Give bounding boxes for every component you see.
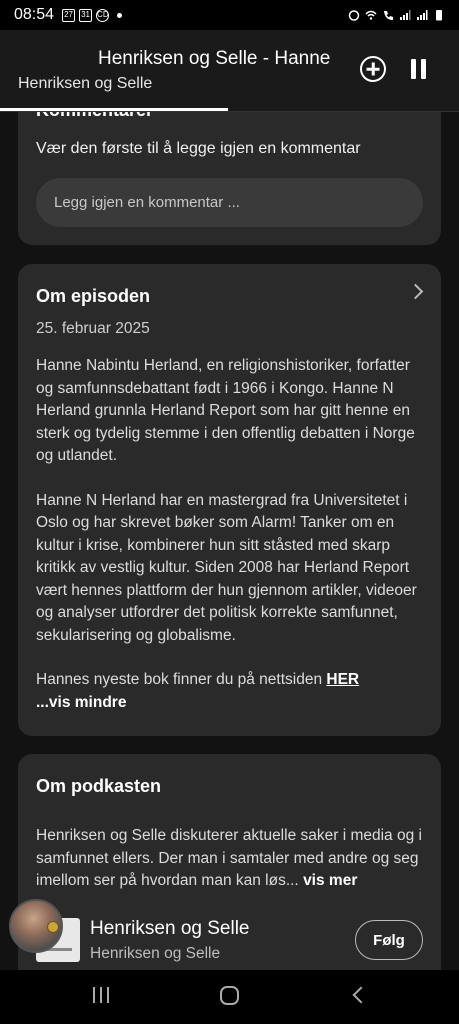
- alarm-icon: [348, 10, 360, 21]
- status-right-icons: [348, 9, 445, 21]
- about-episode-heading: Om episoden: [36, 286, 151, 306]
- recent-apps-icon[interactable]: [92, 987, 110, 1003]
- show-less-link[interactable]: ...vis mindre: [36, 694, 126, 711]
- calendar-date-icon: 31: [79, 8, 93, 22]
- episode-description: Hanne Nabintu Herland, en religionshisto…: [36, 355, 431, 714]
- app-notification-icon: CD: [96, 8, 110, 22]
- status-time: 08:54: [14, 6, 55, 23]
- calendar-notification-icon: 27: [62, 8, 76, 22]
- wifi-icon: [365, 10, 377, 20]
- signal-2-icon: [417, 10, 428, 20]
- podcast-description: Henriksen og Selle diskuterer aktuelle s…: [36, 825, 431, 893]
- comments-prompt: Vær den første til å legge igjen en komm…: [36, 140, 361, 157]
- podcast-tab-label[interactable]: Henriksen og Selle: [18, 75, 152, 93]
- show-more-link[interactable]: vis mer: [303, 872, 357, 889]
- comments-card: Kommentarer Vær den første til å legge i…: [18, 112, 441, 245]
- episode-title: Henriksen og Selle - Hanne: [98, 48, 331, 69]
- call-icon: [384, 11, 393, 20]
- book-link[interactable]: HER: [326, 671, 359, 688]
- podcast-name: Henriksen og Selle: [90, 918, 250, 939]
- battery-icon: [436, 10, 442, 21]
- back-icon[interactable]: [352, 986, 370, 1004]
- episode-paragraph-1: Hanne Nabintu Herland, en religionshisto…: [36, 357, 415, 464]
- comment-input[interactable]: [36, 178, 423, 227]
- comments-heading: Kommentarer: [36, 112, 153, 121]
- system-nav-bar: [0, 970, 459, 1024]
- active-tab-indicator: [0, 108, 228, 111]
- episode-paragraph-3: Hannes nyeste bok finner du på nettsiden…: [36, 669, 431, 714]
- signal-icon: [400, 10, 411, 20]
- badge-icon: [47, 921, 59, 933]
- podcast-author: Henriksen og Selle: [90, 945, 221, 962]
- pause-button[interactable]: [409, 59, 429, 81]
- episode-paragraph-3-text: Hannes nyeste bok finner du på nettsiden: [36, 671, 327, 688]
- podcast-description-text: Henriksen og Selle diskuterer aktuelle s…: [36, 827, 422, 889]
- chevron-right-icon[interactable]: [407, 283, 424, 300]
- about-episode-card: Om episoden 25. februar 2025 Hanne Nabin…: [18, 264, 441, 736]
- episode-content-scroll[interactable]: Kommentarer Vær den første til å legge i…: [0, 112, 459, 972]
- add-to-library-button[interactable]: [360, 56, 386, 82]
- home-icon[interactable]: [220, 986, 239, 1005]
- more-notifications-dot-icon: [117, 12, 123, 18]
- podcast-info-row[interactable]: Henriksen og Selle Henriksen og Selle Fø…: [18, 904, 441, 970]
- floating-avatar-bubble[interactable]: [9, 899, 63, 953]
- episode-paragraph-2: Hanne N Herland har en mastergrad fra Un…: [36, 491, 417, 644]
- follow-button[interactable]: Følg: [355, 920, 423, 960]
- status-bar: 08:54 27 31 CD: [0, 0, 459, 30]
- episode-date: 25. februar 2025: [36, 320, 150, 337]
- episode-header: Henriksen og Selle - Hanne Henriksen og …: [0, 30, 459, 112]
- about-podcast-heading: Om podkasten: [36, 776, 162, 796]
